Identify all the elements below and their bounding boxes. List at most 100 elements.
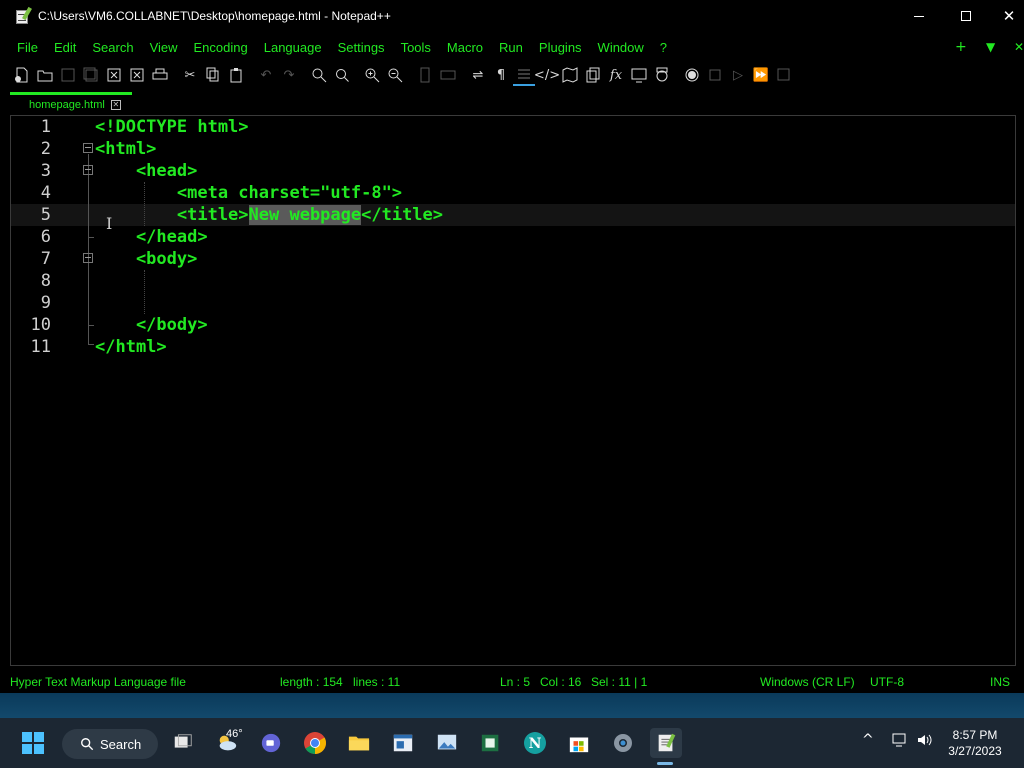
folder-workspace-icon[interactable] (628, 64, 650, 86)
fold-toggle-html[interactable] (83, 143, 93, 153)
network-icon[interactable] (892, 732, 908, 752)
monitoring-icon[interactable] (651, 64, 673, 86)
status-sel: Sel : 11 | 1 (591, 675, 648, 689)
code-line-5: <title>New webpage</title> (95, 204, 443, 226)
tab-label: homepage.html (29, 99, 105, 111)
notepad-plus-plus-taskbar-icon[interactable] (650, 728, 682, 758)
weather-temperature: 46° (226, 728, 243, 740)
tab-homepage-html[interactable]: homepage.html ✕ (10, 92, 132, 115)
close-icon: ✕ (1002, 7, 1016, 25)
code-line-5-start: <title> (95, 205, 249, 225)
indent-guide-icon[interactable] (513, 64, 535, 86)
open-folder-icon[interactable] (34, 64, 56, 86)
close-all-icon[interactable] (126, 64, 148, 86)
spreadsheet-app-icon[interactable] (476, 728, 506, 758)
save-macro-icon[interactable] (773, 64, 795, 86)
app-window-icon[interactable] (388, 728, 418, 758)
menu-encoding[interactable]: Encoding (186, 40, 256, 55)
image-viewer-icon[interactable] (432, 728, 462, 758)
cut-icon[interactable]: ✂ (179, 64, 201, 86)
menu-plugins[interactable]: Plugins (531, 40, 590, 55)
function-list-icon[interactable]: fx (605, 64, 627, 86)
status-eol[interactable]: Windows (CR LF) (760, 675, 855, 689)
run-macro-multiple-icon[interactable]: ⏩ (750, 64, 772, 86)
paste-icon[interactable] (225, 64, 247, 86)
menu-language[interactable]: Language (256, 40, 330, 55)
menu-window[interactable]: Window (590, 40, 652, 55)
teams-chat-icon[interactable] (256, 728, 286, 758)
menu-bar: File Edit Search View Encoding Language … (0, 36, 1024, 58)
line-number: 6 (40, 227, 51, 247)
language-icon[interactable]: </> (534, 64, 560, 86)
status-bar: Hyper Text Markup Language file length :… (0, 671, 1024, 693)
code-area[interactable]: <!DOCTYPE html> <html> <head> <meta char… (95, 116, 1015, 665)
chrome-icon[interactable] (300, 728, 330, 758)
fold-toggle-body[interactable] (83, 253, 93, 263)
line-number: 1 (40, 117, 51, 137)
system-clock[interactable]: 8:57 PM 3/27/2023 (940, 727, 1010, 759)
code-editor[interactable]: 1 2 3 4 5 6 7 8 9 10 11 <!DOCTYPE html> … (10, 115, 1016, 666)
line-number: 4 (40, 183, 51, 203)
toolbar: ✂ ↶ ↷ ⇌ ¶ </> fx ▷ ⏩ (0, 63, 1024, 87)
zoom-out-icon[interactable] (384, 64, 406, 86)
close-document-button[interactable]: ✕ (1014, 36, 1024, 58)
fold-toggle-head[interactable] (83, 165, 93, 175)
document-list-icon[interactable] (582, 64, 604, 86)
maximize-button[interactable] (943, 0, 989, 32)
find-icon[interactable] (308, 64, 330, 86)
menu-run[interactable]: Run (491, 40, 531, 55)
menu-edit[interactable]: Edit (46, 40, 84, 55)
menu-tools[interactable]: Tools (393, 40, 439, 55)
menu-file[interactable]: File (0, 40, 46, 55)
task-view-icon[interactable] (168, 728, 198, 758)
stop-macro-icon[interactable] (704, 64, 726, 86)
sync-vertical-icon[interactable] (414, 64, 436, 86)
minimize-button[interactable] (896, 0, 942, 32)
new-file-icon[interactable] (11, 64, 33, 86)
close-button[interactable]: ✕ (986, 0, 1024, 32)
record-macro-icon[interactable] (681, 64, 703, 86)
word-wrap-icon[interactable]: ⇌ (467, 64, 489, 86)
save-all-icon[interactable] (80, 64, 102, 86)
menu-search[interactable]: Search (84, 40, 141, 55)
copy-icon[interactable] (202, 64, 224, 86)
undo-icon[interactable]: ↶ (255, 64, 277, 86)
menu-help[interactable]: ? (652, 40, 675, 55)
fold-margin (81, 116, 95, 665)
volume-icon[interactable] (916, 732, 932, 752)
microsoft-store-icon[interactable] (564, 728, 594, 758)
close-file-icon[interactable] (103, 64, 125, 86)
tab-list-button[interactable]: ▼ (986, 36, 995, 58)
redo-icon[interactable]: ↷ (278, 64, 300, 86)
status-insert-mode[interactable]: INS (990, 675, 1010, 689)
line-number: 11 (30, 337, 51, 357)
show-all-characters-icon[interactable]: ¶ (490, 64, 512, 86)
menu-view[interactable]: View (142, 40, 186, 55)
play-macro-icon[interactable]: ▷ (727, 64, 749, 86)
status-lines: lines : 11 (353, 675, 401, 689)
file-explorer-icon[interactable] (344, 728, 374, 758)
line-number-gutter: 1 2 3 4 5 6 7 8 9 10 11 (11, 116, 81, 665)
save-icon[interactable] (57, 64, 79, 86)
start-button[interactable] (18, 728, 48, 758)
show-hidden-icons-icon[interactable]: ^ (862, 732, 874, 748)
settings-gear-icon[interactable] (608, 728, 638, 758)
print-icon[interactable] (149, 64, 171, 86)
menu-macro[interactable]: Macro (439, 40, 491, 55)
line-number: 5 (40, 205, 51, 225)
zoom-in-icon[interactable] (361, 64, 383, 86)
document-map-icon[interactable] (559, 64, 581, 86)
notion-n-icon[interactable]: N (520, 728, 550, 758)
minimize-icon (914, 15, 924, 17)
menu-settings[interactable]: Settings (330, 40, 393, 55)
taskbar-search[interactable]: Search (62, 729, 158, 759)
tab-close-icon[interactable]: ✕ (110, 100, 121, 110)
replace-icon[interactable] (331, 64, 353, 86)
new-tab-button[interactable]: + (955, 36, 967, 58)
code-line-7: <body> (95, 249, 198, 269)
status-length: length : 154 (280, 675, 343, 689)
status-encoding[interactable]: UTF-8 (870, 675, 904, 689)
line-number: 2 (40, 139, 51, 159)
title-bar: C:\Users\VM6.COLLABNET\Desktop\homepage.… (0, 0, 1024, 32)
sync-horizontal-icon[interactable] (437, 64, 459, 86)
